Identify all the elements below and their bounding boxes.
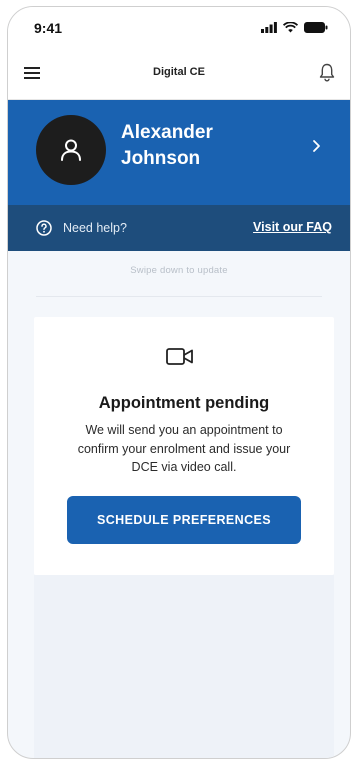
battery-icon <box>304 22 328 33</box>
top-navigation-bar: Digital CE <box>8 49 350 100</box>
question-circle-icon <box>36 220 52 236</box>
schedule-preferences-button[interactable]: SCHEDULE PREFERENCES <box>67 496 301 544</box>
phone-screen: 9:41 Digital CE Alexander Johnson Need h… <box>7 6 351 759</box>
help-question: Need help? <box>63 221 127 235</box>
profile-name: Alexander Johnson <box>121 120 291 172</box>
hint-text: Swipe down to update <box>130 265 228 276</box>
divider <box>36 296 322 297</box>
user-icon <box>61 139 81 161</box>
wifi-icon <box>283 22 298 33</box>
appointment-title: Appointment pending <box>98 394 270 412</box>
profile-last-name: Johnson <box>121 148 201 169</box>
appointment-card: Appointment pending We will send you an … <box>34 317 334 575</box>
bell-icon[interactable] <box>318 62 336 82</box>
status-time: 9:41 <box>34 20 63 36</box>
appointment-description: We will send you an appointment to confi… <box>77 423 291 474</box>
signal-icon <box>261 22 277 33</box>
status-bar: 9:41 <box>8 7 350 49</box>
pull-to-refresh-hint: Swipe down to update <box>8 251 350 297</box>
avatar <box>36 115 106 185</box>
empty-content-area <box>34 575 334 758</box>
status-icons <box>261 22 328 33</box>
profile-first-name: Alexander <box>121 122 213 143</box>
header-title: Digital CE <box>153 66 205 78</box>
faq-link[interactable]: Visit our FAQ <box>253 220 332 234</box>
chevron-right-icon[interactable] <box>308 138 324 154</box>
help-bar: Need help? Visit our FAQ <box>8 205 350 251</box>
video-camera-icon <box>166 348 193 365</box>
profile-banner[interactable]: Alexander Johnson <box>8 100 350 205</box>
